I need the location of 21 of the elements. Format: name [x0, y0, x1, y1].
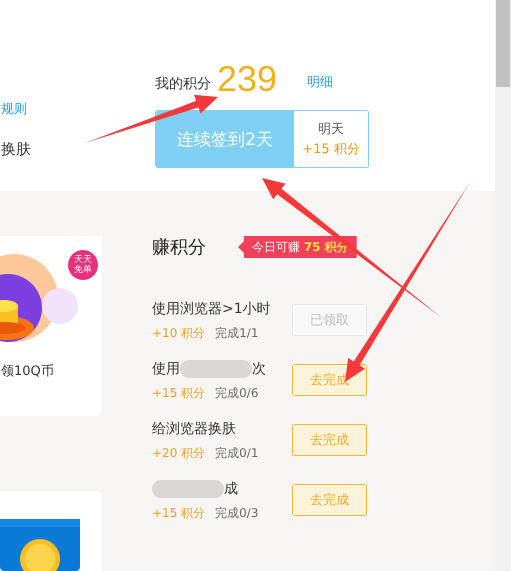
detail-link[interactable]: 明细 — [307, 73, 334, 91]
task-title: 使用浏览器>1小时 — [152, 300, 271, 318]
complete-task-button[interactable]: 去完成 — [292, 484, 367, 516]
earn-points-heading: 赚积分 — [152, 236, 206, 259]
task-points: +10 积分 — [152, 324, 206, 342]
scrollbar-thumb[interactable] — [496, 0, 510, 87]
points-label: 我的积分 — [155, 75, 211, 93]
task-points: +20 积分 — [152, 444, 206, 462]
task-points: +15 积分 — [152, 384, 206, 402]
complete-task-button[interactable]: 去完成 — [292, 424, 367, 456]
checkin-button[interactable]: 连续签到2天 — [156, 111, 294, 167]
rules-link[interactable]: 规则 — [1, 100, 27, 118]
task-title: 给浏览器换肤 — [152, 420, 237, 438]
skin-label: 换肤 — [1, 140, 32, 159]
points-value: 239 — [217, 58, 278, 100]
tomorrow-label: 明天 — [318, 121, 344, 138]
promo-caption: 领10Q币 — [1, 363, 55, 380]
tomorrow-points: +15 积分 — [302, 141, 360, 158]
claimed-button[interactable]: 已领取 — [292, 304, 367, 336]
task-title: 使用 次 — [152, 358, 266, 378]
task-points: +15 积分 — [152, 504, 206, 522]
